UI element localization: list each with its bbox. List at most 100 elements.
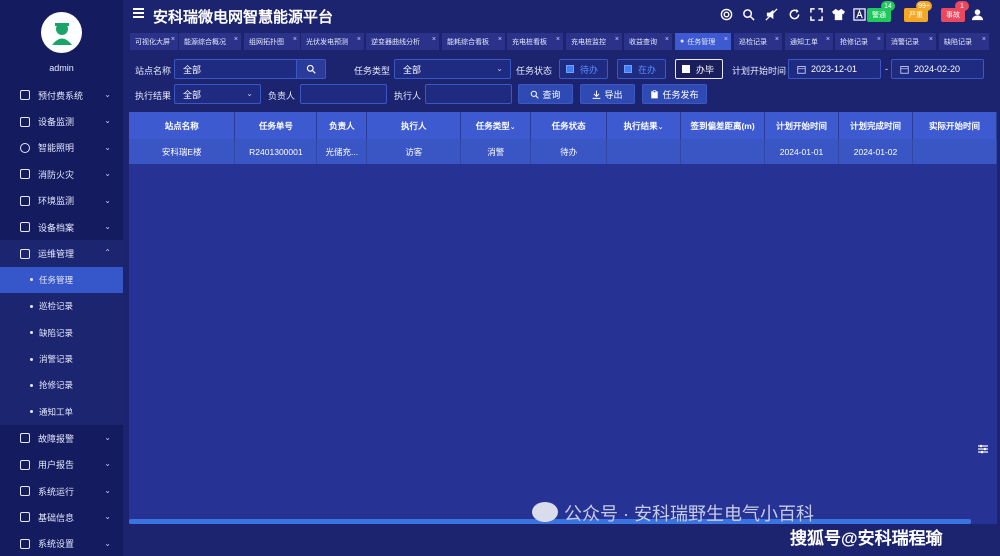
sidebar-item-environment[interactable]: 环境监测 ⌄ xyxy=(0,188,123,214)
fullscreen-icon[interactable] xyxy=(810,8,823,21)
tab-inspection[interactable]: 巡检记录 × xyxy=(734,33,782,50)
refresh-icon[interactable] xyxy=(788,8,801,21)
status-doing-checkbox[interactable]: 在办 xyxy=(617,59,666,79)
close-icon[interactable]: × xyxy=(724,36,728,43)
sidebar-subitem-repair[interactable]: 抢修记录 xyxy=(0,372,123,399)
close-icon[interactable]: × xyxy=(432,36,436,43)
exec-result-select[interactable]: 全部 ⌄ xyxy=(174,84,261,104)
tab-topology[interactable]: 组网拓扑图 × xyxy=(244,33,300,50)
alarm-count: 14 xyxy=(881,1,895,11)
close-icon[interactable]: × xyxy=(498,36,502,43)
support-icon[interactable] xyxy=(720,8,733,21)
sidebar-item-label: 故障报警 xyxy=(38,433,75,444)
tab-energy-overview[interactable]: 能源综合概况 × xyxy=(179,33,241,50)
col-checkin-distance[interactable]: 签到偏差距离(m) xyxy=(680,112,766,139)
close-icon[interactable]: × xyxy=(877,36,881,43)
col-actual-start[interactable]: 实际开始时间 xyxy=(912,112,997,139)
sidebar-item-basic-info[interactable]: 基础信息 ⌄ xyxy=(0,504,123,530)
close-icon[interactable]: × xyxy=(665,36,669,43)
clipboard-icon xyxy=(651,89,659,98)
tab-charger-monitor[interactable]: 充电桩监控 × xyxy=(566,33,622,50)
tab-inverter-curve[interactable]: 逆变器曲线分析 × xyxy=(366,33,439,50)
system-run-icon xyxy=(20,486,30,497)
site-search-button[interactable] xyxy=(296,59,326,79)
tab-revenue[interactable]: 收益查询 × xyxy=(624,33,672,50)
user-icon[interactable] xyxy=(971,8,984,21)
sidebar-item-prepay[interactable]: 预付费系统 ⌄ xyxy=(0,82,123,108)
alarm-severe-badge[interactable]: 严重 99+ xyxy=(904,1,932,22)
col-exec-result[interactable]: 执行结果⌄ xyxy=(606,112,682,139)
col-task-status[interactable]: 任务状态 xyxy=(530,112,608,139)
status-done-checkbox[interactable]: 办毕 xyxy=(675,59,723,79)
date-to-value: 2024-02-20 xyxy=(914,64,961,74)
executor-label: 执行人 xyxy=(394,91,422,101)
font-size-icon[interactable] xyxy=(853,8,866,21)
col-executor[interactable]: 执行人 xyxy=(366,112,462,139)
close-icon[interactable]: × xyxy=(357,36,361,43)
tab-charger-board[interactable]: 充电桩看板 × xyxy=(507,33,563,50)
sidebar-subitem-defect[interactable]: 缺陷记录 xyxy=(0,319,123,346)
tab-defect[interactable]: 缺陷记录 × xyxy=(939,33,989,50)
col-plan-start[interactable]: 计划开始时间 xyxy=(764,112,840,139)
tab-repair[interactable]: 抢修记录 × xyxy=(835,33,884,50)
col-plan-end[interactable]: 计划完成时间 xyxy=(838,112,913,139)
export-button[interactable]: 导出 xyxy=(580,84,635,104)
close-icon[interactable]: × xyxy=(929,36,933,43)
close-icon[interactable]: × xyxy=(293,36,297,43)
sidebar-subitem-work-order[interactable]: 通知工单 xyxy=(0,398,123,426)
close-icon[interactable]: × xyxy=(775,36,779,43)
site-input[interactable]: 全部 xyxy=(174,59,297,79)
table-row[interactable]: 安科瑞E楼 R2401300001 光储充... 访客 消警 待办 2024-0… xyxy=(129,139,997,164)
avatar[interactable] xyxy=(41,12,82,53)
theme-shirt-icon[interactable] xyxy=(832,8,845,21)
date-to-input[interactable]: 2024-02-20 xyxy=(891,59,984,79)
search-icon[interactable] xyxy=(742,8,755,21)
sidebar-item-fire[interactable]: 消防火灾 ⌄ xyxy=(0,161,123,187)
tab-energy-board[interactable]: 能耗综合看板 × xyxy=(442,33,505,50)
close-icon[interactable]: × xyxy=(615,36,619,43)
status-todo-checkbox[interactable]: 待办 xyxy=(559,59,608,79)
sidebar-item-archive[interactable]: 设备档案 ⌄ xyxy=(0,214,123,240)
sidebar-item-lighting[interactable]: 智能照明 ⌄ xyxy=(0,135,123,161)
tab-task-manage[interactable]: ● 任务管理 × xyxy=(675,33,731,50)
tab-work-order[interactable]: 通知工单 × xyxy=(785,33,833,50)
owner-input[interactable] xyxy=(300,84,387,104)
query-button[interactable]: 查询 xyxy=(518,84,573,104)
close-icon[interactable]: × xyxy=(171,36,175,43)
mute-icon[interactable] xyxy=(765,8,778,21)
sidebar-item-system-settings[interactable]: 系统设置 ⌄ xyxy=(0,531,123,556)
alarm-warning-badge[interactable]: 警通 14 xyxy=(867,1,895,22)
close-icon[interactable]: × xyxy=(234,36,238,43)
sidebar-item-fault-alarm[interactable]: 故障报警 ⌄ xyxy=(0,425,123,451)
executor-input[interactable] xyxy=(425,84,512,104)
sidebar-item-user-report[interactable]: 用户报告 ⌄ xyxy=(0,451,123,477)
alarm-incident-badge[interactable]: 事故 1 xyxy=(941,1,969,22)
filter-chevron-icon: ⌄ xyxy=(509,123,516,131)
sidebar-subitem-alarm-clear[interactable]: 消警记录 xyxy=(0,345,123,373)
date-from-input[interactable]: 2023-12-01 xyxy=(788,59,881,79)
cell-plan-end: 2024-01-02 xyxy=(838,139,913,164)
column-settings-icon[interactable] xyxy=(977,443,989,455)
publish-task-button[interactable]: 任务发布 xyxy=(642,84,707,104)
sidebar-subitem-task-manage[interactable]: 任务管理 xyxy=(0,266,123,294)
col-site[interactable]: 站点名称 xyxy=(129,112,236,139)
tab-visual-screen[interactable]: 可视化大屏 × xyxy=(130,33,178,50)
col-task-type[interactable]: 任务类型⌄ xyxy=(460,112,532,139)
task-type-select[interactable]: 全部 ⌄ xyxy=(394,59,511,79)
tab-pv-forecast[interactable]: 光伏发电预测 × xyxy=(301,33,364,50)
plan-start-label: 计划开始时间 xyxy=(732,66,787,76)
sidebar-item-ops[interactable]: 运维管理 ⌃ xyxy=(0,240,123,267)
col-task-no[interactable]: 任务单号 xyxy=(234,112,318,139)
tab-alarm-clear[interactable]: 消警记录 × xyxy=(886,33,936,50)
close-icon[interactable]: × xyxy=(556,36,560,43)
menu-toggle-icon[interactable] xyxy=(133,8,144,18)
cell-exec-result xyxy=(606,139,682,164)
sidebar-subitem-inspection[interactable]: 巡检记录 xyxy=(0,293,123,320)
alarm-label: 事故 xyxy=(946,12,960,19)
col-owner[interactable]: 负责人 xyxy=(316,112,368,139)
close-icon[interactable]: × xyxy=(982,36,986,43)
sidebar-item-device-monitor[interactable]: 设备监测 ⌄ xyxy=(0,108,123,134)
ops-icon xyxy=(20,248,30,259)
close-icon[interactable]: × xyxy=(826,36,830,43)
sidebar-item-system-run[interactable]: 系统运行 ⌄ xyxy=(0,478,123,504)
